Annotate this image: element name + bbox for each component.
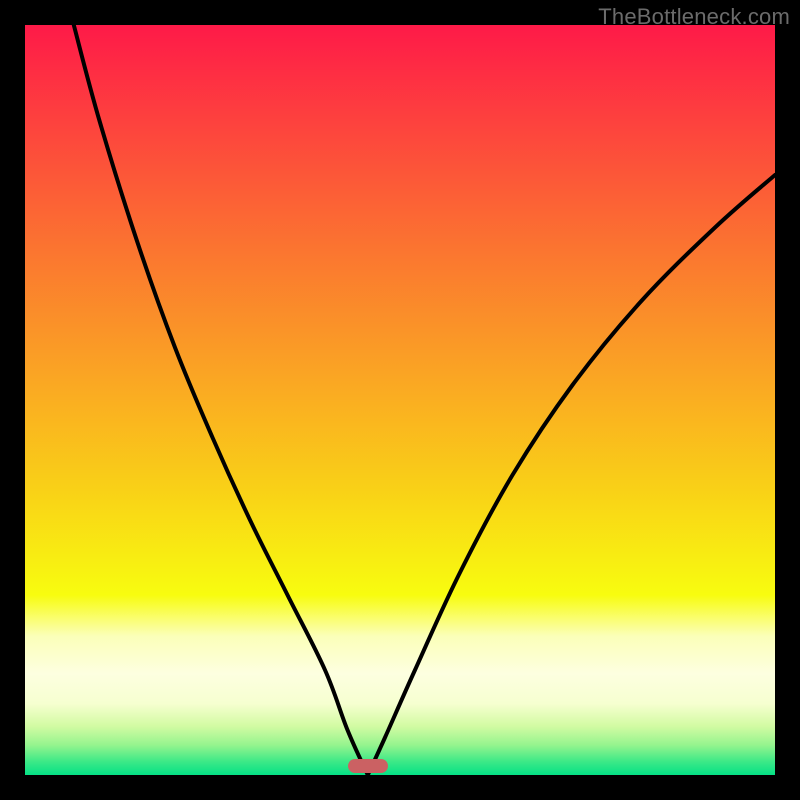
plot-area bbox=[25, 25, 775, 775]
optimal-zone-marker bbox=[348, 759, 388, 773]
bottleneck-curve bbox=[25, 25, 775, 775]
chart-frame: TheBottleneck.com bbox=[0, 0, 800, 800]
watermark-text: TheBottleneck.com bbox=[598, 4, 790, 30]
